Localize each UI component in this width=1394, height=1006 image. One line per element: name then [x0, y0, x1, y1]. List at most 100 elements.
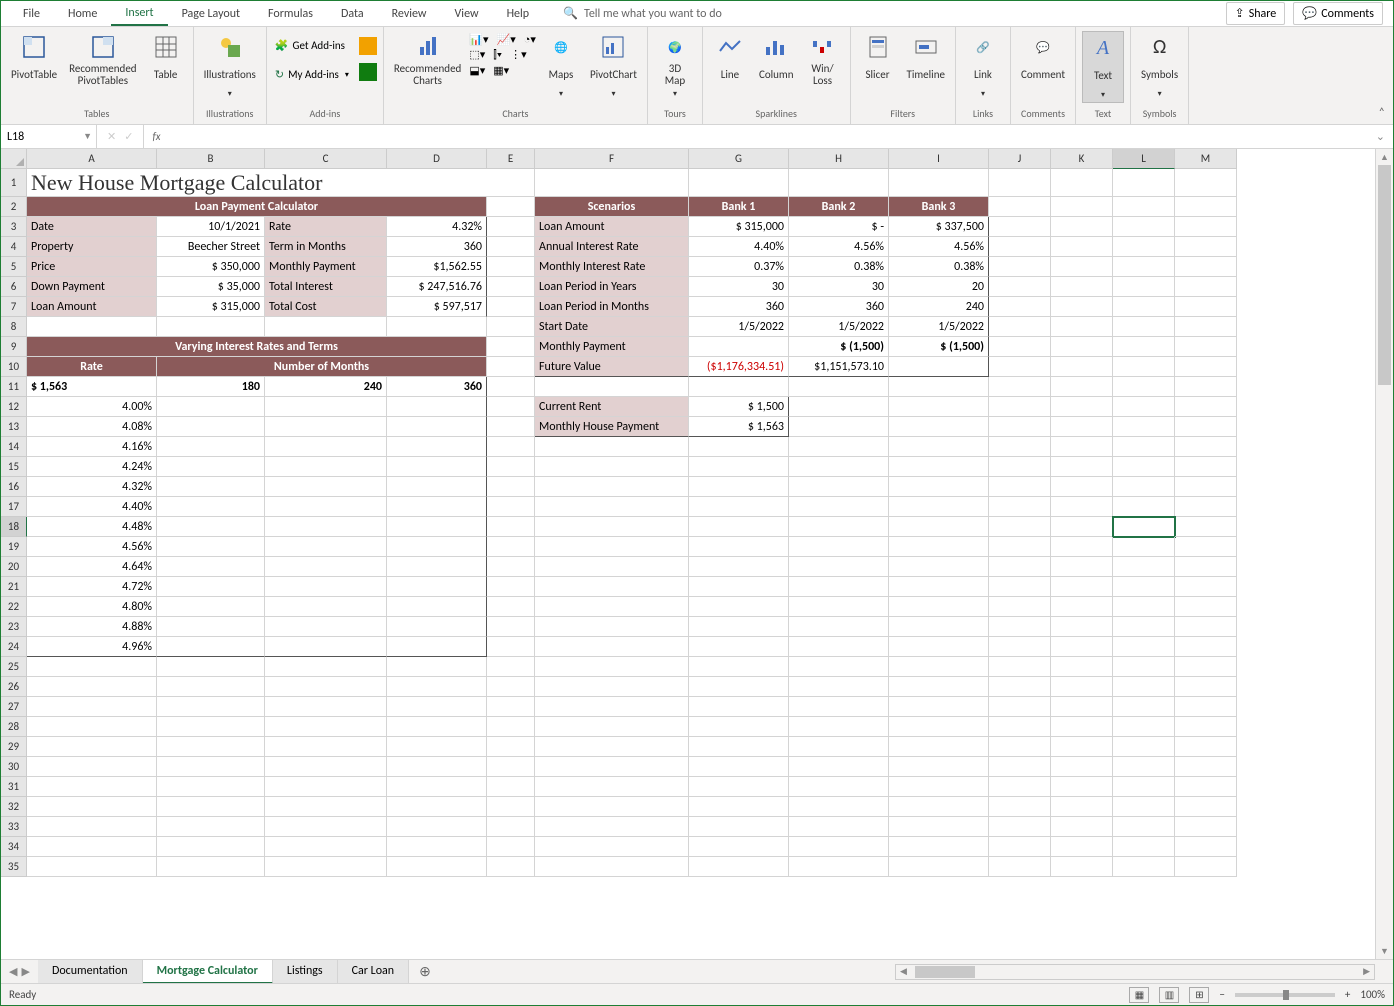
combo-chart-icon[interactable]: ⬓▾ — [469, 64, 485, 77]
timeline-button[interactable]: Timeline — [903, 31, 949, 89]
tab-page-layout[interactable]: Page Layout — [168, 3, 254, 25]
add-sheet-button[interactable]: ⊕ — [409, 963, 441, 980]
row-header-32[interactable]: 32 — [1, 797, 27, 817]
cell[interactable]: Future Value — [535, 357, 689, 377]
cell[interactable]: $ 350,000 — [157, 257, 265, 277]
cell[interactable]: Monthly Payment — [265, 257, 387, 277]
col-header-G[interactable]: G — [689, 149, 789, 169]
col-header-D[interactable]: D — [387, 149, 487, 169]
row-header-15[interactable]: 15 — [1, 457, 27, 477]
row-header-3[interactable]: 3 — [1, 217, 27, 237]
slicer-button[interactable]: Slicer — [857, 31, 899, 89]
cell[interactable]: 4.32% — [387, 217, 487, 237]
row-header-23[interactable]: 23 — [1, 617, 27, 637]
cell[interactable]: Annual Interest Rate — [535, 237, 689, 257]
cell[interactable]: $ 1,500 — [689, 397, 789, 417]
symbols-button[interactable]: ΩSymbols▾ — [1137, 31, 1182, 101]
sheet-tab-mortgage-calculator[interactable]: Mortgage Calculator — [143, 960, 273, 984]
cell[interactable]: 4.24% — [27, 457, 157, 477]
sheet-prev-icon[interactable]: ◀ — [9, 965, 17, 978]
row-header-17[interactable]: 17 — [1, 497, 27, 517]
row-header-18[interactable]: 18 — [1, 517, 27, 537]
cell[interactable]: 1/5/2022 — [789, 317, 889, 337]
cell[interactable]: 180 — [157, 377, 265, 397]
scroll-up-icon[interactable]: ▲ — [1376, 149, 1393, 165]
cell[interactable]: $ 1,563 — [689, 417, 789, 437]
selected-cell[interactable] — [1113, 517, 1175, 537]
cell[interactable] — [889, 357, 989, 377]
pivottable-button[interactable]: PivotTable — [7, 31, 61, 89]
vertical-scrollbar[interactable]: ▲ ▼ — [1375, 149, 1393, 959]
cell[interactable]: 4.88% — [27, 617, 157, 637]
sheet-tab-documentation[interactable]: Documentation — [38, 960, 143, 984]
cell[interactable]: Term in Months — [265, 237, 387, 257]
col-header-H[interactable]: H — [789, 149, 889, 169]
col-header-B[interactable]: B — [157, 149, 265, 169]
row-header-2[interactable]: 2 — [1, 197, 27, 217]
cell[interactable]: $ 597,517 — [387, 297, 487, 317]
row-header-22[interactable]: 22 — [1, 597, 27, 617]
row-header-8[interactable]: 8 — [1, 317, 27, 337]
row-header-11[interactable]: 11 — [1, 377, 27, 397]
tab-formulas[interactable]: Formulas — [254, 3, 327, 25]
cell[interactable]: 360 — [789, 297, 889, 317]
row-header-21[interactable]: 21 — [1, 577, 27, 597]
row-header-7[interactable]: 7 — [1, 297, 27, 317]
zoom-level[interactable]: 100% — [1360, 988, 1385, 1001]
select-all-corner[interactable] — [1, 149, 27, 169]
col-header-F[interactable]: F — [535, 149, 689, 169]
comment-button[interactable]: 💬Comment — [1017, 31, 1069, 89]
cell[interactable]: 4.56% — [27, 537, 157, 557]
cell[interactable]: 1/5/2022 — [889, 317, 989, 337]
cancel-formula-icon[interactable]: ✕ — [107, 130, 116, 143]
cell[interactable]: $ 247,516.76 — [387, 277, 487, 297]
col-header-C[interactable]: C — [265, 149, 387, 169]
cell[interactable]: $ 337,500 — [889, 217, 989, 237]
cell[interactable]: 4.72% — [27, 577, 157, 597]
cell[interactable]: Loan Payment Calculator — [27, 197, 487, 217]
sheet-tab-listings[interactable]: Listings — [273, 960, 338, 984]
row-header-14[interactable]: 14 — [1, 437, 27, 457]
cell[interactable]: Total Cost — [265, 297, 387, 317]
cell[interactable]: 4.40% — [27, 497, 157, 517]
row-header-33[interactable]: 33 — [1, 817, 27, 837]
col-header-A[interactable]: A — [27, 149, 157, 169]
col-header-M[interactable]: M — [1175, 149, 1237, 169]
cell[interactable]: $ 315,000 — [689, 217, 789, 237]
cell[interactable]: Beecher Street — [157, 237, 265, 257]
cell[interactable]: ($1,176,334.51) — [689, 357, 789, 377]
bing-maps-icon[interactable] — [359, 37, 377, 55]
cell[interactable]: 4.96% — [27, 637, 157, 657]
cell[interactable]: 4.56% — [889, 237, 989, 257]
cell[interactable]: 360 — [387, 377, 487, 397]
share-button[interactable]: ⇪Share — [1226, 2, 1286, 25]
statistic-chart-icon[interactable]: ⫿▾ — [493, 48, 502, 62]
scatter-chart-icon[interactable]: ⋮▾ — [510, 48, 527, 62]
cell[interactable]: Loan Amount — [27, 297, 157, 317]
text-button[interactable]: AText▾ — [1082, 31, 1124, 103]
cell[interactable]: 0.37% — [689, 257, 789, 277]
cell[interactable]: $ 315,000 — [157, 297, 265, 317]
cell[interactable]: 0.38% — [789, 257, 889, 277]
cell[interactable]: 4.32% — [27, 477, 157, 497]
collapse-ribbon-button[interactable]: ˄ — [1379, 106, 1385, 120]
tab-help[interactable]: Help — [493, 3, 544, 25]
cell[interactable]: $1,151,573.10 — [789, 357, 889, 377]
tab-review[interactable]: Review — [378, 3, 441, 25]
column-chart-icon[interactable]: 📊▾ — [469, 33, 488, 46]
cell[interactable]: Number of Months — [157, 357, 487, 377]
recommended-charts-button[interactable]: Recommended Charts — [390, 31, 465, 89]
formula-expand-button[interactable]: ⌄ — [1368, 130, 1393, 143]
col-header-L[interactable]: L — [1113, 149, 1175, 169]
cell[interactable]: 10/1/2021 — [157, 217, 265, 237]
cell[interactable]: 4.48% — [27, 517, 157, 537]
cell[interactable]: $ - — [789, 217, 889, 237]
pie-chart-icon[interactable]: ◔▾ — [524, 33, 536, 46]
spark-winloss-button[interactable]: Win/ Loss — [802, 31, 844, 89]
row-header-20[interactable]: 20 — [1, 557, 27, 577]
scroll-left-icon[interactable]: ◀ — [896, 966, 911, 977]
row-header-26[interactable]: 26 — [1, 677, 27, 697]
cell[interactable]: 4.00% — [27, 397, 157, 417]
illustrations-button[interactable]: Illustrations▾ — [200, 31, 260, 101]
3d-map-button[interactable]: 🌍3D Map▾ — [654, 31, 696, 101]
